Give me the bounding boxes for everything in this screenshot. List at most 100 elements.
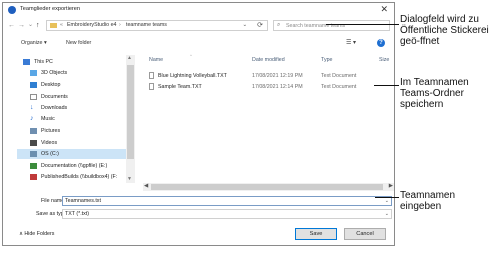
close-icon[interactable]: ✕ — [380, 4, 388, 14]
scroll-up-icon[interactable]: ▲ — [127, 55, 132, 61]
nav-scrollbar[interactable]: ▲ ▼ — [126, 55, 135, 183]
address-dropdown-icon[interactable]: ⌄ — [243, 22, 247, 28]
nav-item-label: 3D Objects — [41, 70, 68, 76]
file-name-value[interactable]: Teamnames.txt — [65, 198, 101, 204]
nav-item-label: Pictures — [41, 128, 61, 134]
recent-locations-icon[interactable]: ⌄ — [28, 21, 33, 30]
hide-folders-button[interactable]: ∧ Hide Folders — [19, 231, 54, 237]
up-arrow-icon[interactable]: ↑ — [36, 21, 40, 30]
save-type-value: TXT (*.txt) — [65, 211, 90, 217]
nav-item-downloads[interactable]: ↓ Downloads — [17, 103, 127, 113]
file-name: Sample Team.TXT — [158, 84, 202, 90]
nav-item-label: Music — [41, 116, 55, 122]
column-header-name[interactable]: Name — [149, 57, 163, 63]
drive-icon — [30, 151, 37, 157]
file-list-hscrollbar[interactable]: ◀ ▶ — [143, 183, 394, 191]
nav-item-publishedbuilds-f[interactable]: PublishedBuilds (\\buildbox4) (F: — [17, 172, 127, 182]
file-list: Name ^ Date modified Type Size Blue Ligh… — [143, 53, 393, 183]
nav-item-label: Documents — [41, 94, 68, 100]
hscroll-thumb[interactable] — [151, 184, 383, 190]
callout-line-text: Teamnamen — [400, 190, 456, 201]
callout-enter-name: Teamnamen eingeben — [400, 190, 455, 212]
nav-item-desktop[interactable]: Desktop — [17, 80, 127, 90]
scroll-left-icon[interactable]: ◀ — [144, 183, 148, 189]
breadcrumb-teamname-teams[interactable]: teamname teams — [126, 22, 167, 28]
desktop-icon — [30, 82, 37, 88]
callout-line-text: eingeben — [400, 201, 442, 212]
network-drive-icon — [30, 163, 37, 169]
videos-icon — [30, 140, 37, 146]
nav-item-label: PublishedBuilds (\\buildbox4) (F: — [41, 174, 118, 180]
folder-icon — [50, 23, 57, 28]
cancel-button[interactable]: Cancel — [344, 228, 386, 240]
title-bar: Teamglieder exportieren ✕ — [3, 3, 394, 18]
sort-caret-icon: ^ — [190, 53, 192, 58]
breadcrumb-separator: › — [119, 22, 121, 28]
callout-line-text: speichern — [400, 99, 444, 110]
network-drive-icon — [30, 174, 37, 180]
nav-item-label: Downloads — [41, 105, 68, 111]
documents-icon — [30, 94, 37, 100]
back-arrow-icon[interactable]: ← — [8, 21, 15, 30]
nav-scroll-thumb[interactable] — [127, 65, 134, 159]
file-date: 17/08/2021 12:14 PM — [252, 84, 303, 90]
window-title: Teamglieder exportieren — [20, 6, 81, 12]
callout-line-text: Öffentliche Stickerei — [400, 25, 489, 36]
forward-arrow-icon[interactable]: → — [18, 21, 25, 30]
callout-line-text: Im Teamnamen — [400, 77, 469, 88]
callout-dialog-opened: Dialogfeld wird zu Öffentliche Stickerei… — [400, 14, 489, 47]
address-row: ← → ⌄ ↑ « EmbroideryStudio e4 › teamname… — [3, 19, 394, 33]
column-header-date[interactable]: Date modified — [252, 57, 285, 63]
address-bar[interactable]: « EmbroideryStudio e4 › teamname teams ⌄… — [46, 20, 268, 31]
file-row[interactable]: Sample Team.TXT 17/08/2021 12:14 PM Text… — [149, 82, 385, 92]
file-date: 17/08/2021 12:19 PM — [252, 73, 303, 79]
chevron-down-icon[interactable]: ⌄ — [385, 211, 389, 217]
pc-icon — [23, 59, 30, 65]
file-type: Text Document — [321, 84, 357, 90]
nav-item-music[interactable]: ♪ Music — [17, 114, 127, 124]
address-overflow-chevron[interactable]: « — [60, 22, 63, 28]
nav-item-label: Videos — [41, 140, 58, 146]
callout-line-folder — [374, 85, 399, 86]
chevron-down-icon[interactable]: ⌄ — [385, 198, 389, 204]
nav-item-3d-objects[interactable]: 3D Objects — [17, 68, 127, 78]
text-file-icon — [149, 83, 154, 90]
music-icon: ♪ — [30, 115, 34, 122]
downloads-icon: ↓ — [30, 104, 34, 111]
nav-item-label: Desktop — [41, 82, 61, 88]
help-icon[interactable]: ? — [377, 39, 385, 47]
nav-item-label: OS (C:) — [41, 151, 59, 157]
column-header-type[interactable]: Type — [321, 57, 332, 63]
nav-item-documents[interactable]: Documents — [17, 92, 127, 102]
callout-line-text: Teams-Ordner — [400, 88, 464, 99]
file-name: Blue Lightning Volleyball.TXT — [158, 73, 227, 79]
callout-line-text: geö-ffnet — [400, 36, 440, 47]
nav-item-pictures[interactable]: Pictures — [17, 126, 127, 136]
new-folder-button[interactable]: New folder — [66, 40, 91, 46]
callout-line-text: Dialogfeld wird zu — [400, 14, 479, 25]
search-icon: ⌕ — [277, 22, 281, 28]
command-bar: Organize ▾ New folder ☰ ▾ ? — [3, 37, 394, 51]
app-icon — [8, 6, 16, 14]
callout-line-dialog — [326, 24, 399, 25]
nav-item-documentation-e[interactable]: Documentation (\\gpfile) (E:) — [17, 161, 127, 171]
refresh-icon[interactable]: ⟳ — [257, 21, 263, 29]
breadcrumb-embroiderystudio[interactable]: EmbroideryStudio e4 — [67, 22, 116, 28]
change-view-icon[interactable]: ☰ ▾ — [346, 39, 356, 46]
scroll-right-icon[interactable]: ▶ — [389, 183, 393, 189]
save-button[interactable]: Save — [295, 228, 337, 240]
file-row[interactable]: Blue Lightning Volleyball.TXT 17/08/2021… — [149, 71, 385, 81]
organize-button[interactable]: Organize ▾ — [21, 40, 47, 46]
nav-item-os-c[interactable]: OS (C:) — [17, 149, 127, 159]
nav-item-label: Documentation (\\gpfile) (E:) — [41, 163, 108, 169]
callout-line-name — [375, 197, 399, 198]
scroll-down-icon[interactable]: ▼ — [127, 176, 132, 182]
file-name-field[interactable]: Teamnames.txt ⌄ — [62, 196, 392, 206]
save-type-select[interactable]: TXT (*.txt) ⌄ — [62, 209, 392, 219]
column-header-size[interactable]: Size — [379, 57, 389, 63]
nav-item-this-pc[interactable]: This PC — [17, 57, 127, 67]
export-dialog: Teamglieder exportieren ✕ ← → ⌄ ↑ « Embr… — [2, 2, 395, 246]
folder-3d-icon — [30, 70, 37, 76]
nav-item-videos[interactable]: Videos — [17, 138, 127, 148]
search-box[interactable]: ⌕ Search teamname teams — [273, 20, 390, 31]
